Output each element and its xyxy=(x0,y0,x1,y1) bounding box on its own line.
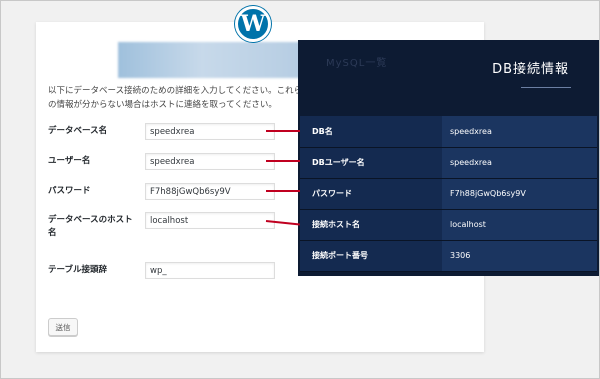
db-info-value: F7h88jGwQb6sy9V xyxy=(442,178,597,210)
db-info-row: パスワード F7h88jGwQb6sy9V xyxy=(300,178,597,210)
db-info-value: 3306 xyxy=(442,240,597,272)
db-info-row: DBユーザー名 speedxrea xyxy=(300,147,597,179)
database-host-input[interactable] xyxy=(145,212,275,229)
db-panel-title-underline xyxy=(521,87,571,88)
connector-db-name xyxy=(266,130,300,132)
db-panel-ghost-title: MySQL一覧 xyxy=(326,58,388,69)
db-info-row: DB名 speedxrea xyxy=(300,116,597,148)
db-info-value: speedxrea xyxy=(442,147,597,179)
table-prefix-input[interactable] xyxy=(145,262,275,279)
password-input[interactable] xyxy=(145,183,275,200)
username-label: ユーザー名 xyxy=(48,156,91,166)
username-input[interactable] xyxy=(145,153,275,170)
database-host-label: データベースのホスト名 xyxy=(48,215,133,238)
db-info-value: localhost xyxy=(442,209,597,241)
submit-button[interactable]: 送信 xyxy=(48,318,78,336)
db-info-panel: MySQL一覧 DB接続情報 DB名 speedxrea DBユーザー名 spe… xyxy=(298,40,599,276)
db-info-key: 接続ポート番号 xyxy=(300,240,442,272)
db-info-table: DB名 speedxrea DBユーザー名 speedxrea パスワード F7… xyxy=(300,116,597,272)
db-info-key: パスワード xyxy=(300,178,442,210)
connector-password xyxy=(266,190,300,192)
intro-text: 以下にデータベース接続のための詳細を入力してください。これらの情報が分からない場… xyxy=(48,86,303,110)
db-info-key: 接続ホスト名 xyxy=(300,209,442,241)
table-prefix-label: テーブル接頭辞 xyxy=(48,265,107,275)
db-info-row: 接続ポート番号 3306 xyxy=(300,240,597,272)
db-panel-title: DB接続情報 xyxy=(492,62,569,77)
wordpress-logo-icon: W xyxy=(235,6,271,42)
db-info-row: 接続ホスト名 localhost xyxy=(300,209,597,241)
database-name-label: データベース名 xyxy=(48,126,108,136)
password-label: パスワード xyxy=(48,186,91,196)
db-info-key: DB名 xyxy=(300,116,442,148)
db-info-key: DBユーザー名 xyxy=(300,147,442,179)
db-info-value: speedxrea xyxy=(442,116,597,148)
database-name-input[interactable] xyxy=(145,123,275,140)
connector-db-user xyxy=(266,160,300,162)
